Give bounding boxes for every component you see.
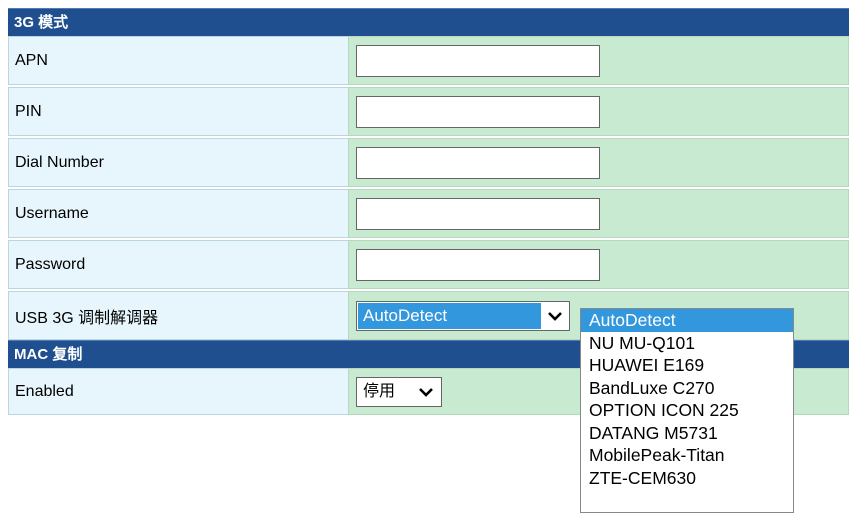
usb-3g-modem-label: USB 3G 调制解调器 xyxy=(8,291,348,340)
apn-value-cell xyxy=(348,36,849,85)
username-label: Username xyxy=(8,189,348,238)
dropdown-option-mobilepeak-titan[interactable]: MobilePeak-Titan xyxy=(581,444,793,467)
apn-input[interactable] xyxy=(356,44,600,77)
dial-number-label: Dial Number xyxy=(8,138,348,187)
mac-enabled-selected-value: 停用 xyxy=(363,382,396,400)
password-input[interactable] xyxy=(356,248,600,281)
row-password: Password xyxy=(8,240,849,289)
usb-3g-modem-dropdown-list: AutoDetect NU MU-Q101 HUAWEI E169 BandLu… xyxy=(580,308,794,513)
row-username: Username xyxy=(8,189,849,238)
dropdown-option-zte-cem630[interactable]: ZTE-CEM630 xyxy=(581,467,793,490)
dropdown-option-nu-mu-q101[interactable]: NU MU-Q101 xyxy=(581,332,793,355)
chevron-down-icon[interactable] xyxy=(417,380,435,404)
usb-3g-modem-selected-value: AutoDetect xyxy=(358,302,541,329)
row-dial-number: Dial Number xyxy=(8,138,849,187)
password-value-cell xyxy=(348,240,849,289)
row-apn: APN xyxy=(8,36,849,85)
usb-3g-modem-select[interactable]: AutoDetect xyxy=(356,300,570,331)
username-input[interactable] xyxy=(356,197,600,230)
dropdown-option-huawei-e169[interactable]: HUAWEI E169 xyxy=(581,354,793,377)
pin-value-cell xyxy=(348,87,849,136)
apn-label: APN xyxy=(8,36,348,85)
dial-number-input[interactable] xyxy=(356,146,600,179)
password-label: Password xyxy=(8,240,348,289)
dropdown-option-option-icon-225[interactable]: OPTION ICON 225 xyxy=(581,399,793,422)
section-header-3g-mode: 3G 模式 xyxy=(8,8,849,36)
dropdown-option-autodetect[interactable]: AutoDetect xyxy=(581,309,793,332)
dropdown-option-bandluxe-c270[interactable]: BandLuxe C270 xyxy=(581,377,793,400)
dial-number-value-cell xyxy=(348,138,849,187)
row-pin: PIN xyxy=(8,87,849,136)
chevron-down-icon[interactable] xyxy=(545,304,565,328)
pin-input[interactable] xyxy=(356,95,600,128)
pin-label: PIN xyxy=(8,87,348,136)
mac-enabled-select[interactable]: 停用 xyxy=(356,376,442,407)
username-value-cell xyxy=(348,189,849,238)
mac-enabled-label: Enabled xyxy=(8,368,348,415)
dropdown-option-datang-m5731[interactable]: DATANG M5731 xyxy=(581,422,793,445)
